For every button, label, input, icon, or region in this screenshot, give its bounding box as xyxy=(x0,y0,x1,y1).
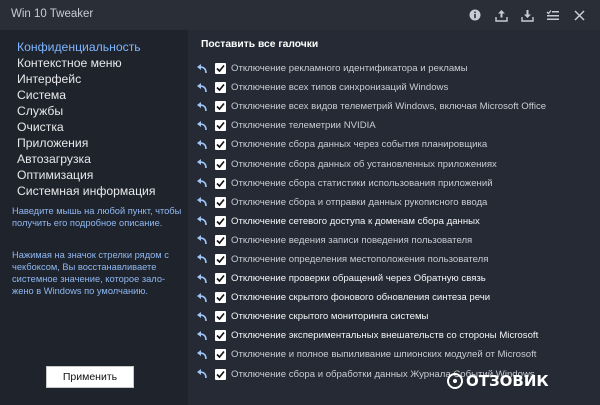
sidebar-item-system[interactable]: Система xyxy=(17,87,155,103)
option-row: Отключение определения местоположения по… xyxy=(196,250,546,269)
option-label[interactable]: Отключение всех типов синхронизаций Wind… xyxy=(231,82,448,93)
sidebar-item-context-menu[interactable]: Контекстное меню xyxy=(17,55,155,71)
option-row: Отключение скрытого мониторинга системы xyxy=(196,307,546,326)
option-checkbox[interactable] xyxy=(215,158,226,170)
option-checkbox[interactable] xyxy=(215,63,226,75)
restore-default-arrow-icon[interactable] xyxy=(196,330,208,342)
option-row: Отключение всех типов синхронизаций Wind… xyxy=(196,78,546,97)
option-label[interactable]: Отключение скрытого мониторинга системы xyxy=(231,311,428,322)
option-row: Отключение рекламного идентификатора и р… xyxy=(196,59,546,78)
restore-default-arrow-icon[interactable] xyxy=(196,82,208,94)
option-checkbox[interactable] xyxy=(215,120,226,132)
sidebar-item-optimization[interactable]: Оптимизация xyxy=(17,167,155,183)
restore-default-arrow-icon[interactable] xyxy=(196,139,208,151)
option-row: Отключение и полное выпиливание шпионски… xyxy=(196,345,546,364)
option-row: Отключение ведения записи поведения поль… xyxy=(196,231,546,250)
watermark-eye-icon xyxy=(447,373,463,389)
option-checkbox[interactable] xyxy=(215,234,226,246)
option-checkbox[interactable] xyxy=(215,292,226,304)
restore-default-arrow-icon[interactable] xyxy=(196,196,208,208)
option-label[interactable]: Отключение сбора данных через события пл… xyxy=(231,139,487,150)
option-checkbox[interactable] xyxy=(215,311,226,323)
option-row: Отключение сбора и отправки данных рукоп… xyxy=(196,193,546,212)
option-label[interactable]: Отключение сбора и отправки данных рукоп… xyxy=(231,197,487,208)
titlebar-actions xyxy=(462,6,592,24)
option-list: Отключение рекламного идентификатора и р… xyxy=(196,59,546,384)
restore-hint-text: Нажимая на значок стрелки рядом с чекбок… xyxy=(12,250,169,296)
option-label[interactable]: Отключение сбора статистики использовани… xyxy=(231,178,493,189)
restore-default-arrow-icon[interactable] xyxy=(196,368,208,380)
apply-button[interactable]: Применить xyxy=(46,366,134,388)
restore-default-arrow-icon[interactable] xyxy=(196,273,208,285)
option-row: Отключение всех видов телеметрий Windows… xyxy=(196,97,546,116)
option-label[interactable]: Отключение сетевого доступа к доменам сб… xyxy=(231,216,480,227)
option-checkbox[interactable] xyxy=(215,330,226,342)
restore-default-arrow-icon[interactable] xyxy=(196,63,208,75)
restore-default-arrow-icon[interactable] xyxy=(196,349,208,361)
option-label[interactable]: Отключение телеметрии NVIDIA xyxy=(231,120,376,131)
sidebar-item-system-info[interactable]: Системная информация xyxy=(17,183,155,199)
option-checkbox[interactable] xyxy=(215,273,226,285)
option-checkbox[interactable] xyxy=(215,82,226,94)
sidebar-item-apps[interactable]: Приложения xyxy=(17,135,155,151)
check-all-link[interactable]: Поставить все галочки xyxy=(201,39,318,50)
option-row: Отключение скрытого фонового обновления … xyxy=(196,288,546,307)
checklist-icon[interactable] xyxy=(540,6,566,24)
option-label[interactable]: Отключение скрытого фонового обновления … xyxy=(231,292,490,303)
option-row: Отключение экспериментальных внешательст… xyxy=(196,326,546,345)
option-checkbox[interactable] xyxy=(215,368,226,380)
restore-default-arrow-icon[interactable] xyxy=(196,158,208,170)
export-icon[interactable] xyxy=(488,6,514,24)
restore-default-arrow-icon[interactable] xyxy=(196,120,208,132)
restore-default-arrow-icon[interactable] xyxy=(196,215,208,227)
sidebar-item-services[interactable]: Службы xyxy=(17,103,155,119)
import-icon[interactable] xyxy=(514,6,540,24)
sidebar-nav: Конфиденциальность Контекстное меню Инте… xyxy=(17,39,155,199)
restore-default-arrow-icon[interactable] xyxy=(196,311,208,323)
option-checkbox[interactable] xyxy=(215,215,226,227)
option-checkbox[interactable] xyxy=(215,139,226,151)
window-title: Win 10 Tweaker xyxy=(11,8,94,20)
option-label[interactable]: Отключение ведения записи поведения поль… xyxy=(231,235,472,246)
option-checkbox[interactable] xyxy=(215,253,226,265)
restore-default-arrow-icon[interactable] xyxy=(196,101,208,113)
close-icon[interactable] xyxy=(566,6,592,24)
restore-default-arrow-icon[interactable] xyxy=(196,234,208,246)
info-icon[interactable] xyxy=(462,6,488,24)
app-window: Win 10 Tweaker Конфиденциальность Контек… xyxy=(0,0,600,405)
sidebar: Конфиденциальность Контекстное меню Инте… xyxy=(0,30,188,405)
option-row: Отключение сбора статистики использовани… xyxy=(196,174,546,193)
options-panel: Поставить все галочки Отключение рекламн… xyxy=(188,30,600,405)
option-row: Отключение проверки обращений через Обра… xyxy=(196,269,546,288)
option-label[interactable]: Отключение экспериментальных внешательст… xyxy=(231,330,538,341)
option-label[interactable]: Отключение проверки обращений через Обра… xyxy=(231,273,486,284)
sidebar-item-autostart[interactable]: Автозагрузка xyxy=(17,151,155,167)
restore-default-arrow-icon[interactable] xyxy=(196,292,208,304)
restore-default-arrow-icon[interactable] xyxy=(196,253,208,265)
option-checkbox[interactable] xyxy=(215,101,226,113)
option-checkbox[interactable] xyxy=(215,349,226,361)
watermark-text: ОТЗОВИК xyxy=(466,372,549,390)
option-label[interactable]: Отключение и полное выпиливание шпионски… xyxy=(231,349,536,360)
restore-default-arrow-icon[interactable] xyxy=(196,177,208,189)
option-checkbox[interactable] xyxy=(215,196,226,208)
sidebar-item-privacy[interactable]: Конфиденциальность xyxy=(17,39,155,55)
option-label[interactable]: Отключение сбора данных об установленных… xyxy=(231,159,497,170)
option-row: Отключение сбора данных через события пл… xyxy=(196,135,546,154)
option-label[interactable]: Отключение определения местоположения по… xyxy=(231,254,488,265)
option-label[interactable]: Отключение всех видов телеметрий Windows… xyxy=(231,101,546,112)
option-label[interactable]: Отключение рекламного идентификатора и р… xyxy=(231,63,468,74)
sidebar-item-cleanup[interactable]: Очистка xyxy=(17,119,155,135)
option-row: Отключение сбора данных об установленных… xyxy=(196,154,546,173)
option-row: Отключение сетевого доступа к доменам сб… xyxy=(196,212,546,231)
watermark: ОТЗОВИК xyxy=(447,372,593,390)
option-checkbox[interactable] xyxy=(215,177,226,189)
option-row: Отключение телеметрии NVIDIA xyxy=(196,116,546,135)
hover-hint-text: Наведите мышь на любой пункт, чтобы полу… xyxy=(12,206,182,228)
sidebar-item-interface[interactable]: Интерфейс xyxy=(17,71,155,87)
title-bar: Win 10 Tweaker xyxy=(0,0,600,30)
